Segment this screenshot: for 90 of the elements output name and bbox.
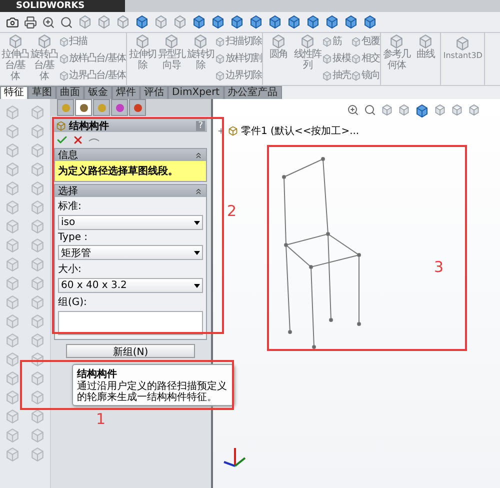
ribbon-button[interactable]: 拉伸凸台/基体 — [1, 34, 29, 84]
app-title: SOLIDWORKS — [0, 0, 125, 12]
dropdown[interactable]: iso — [58, 215, 203, 230]
cube-icon[interactable] — [135, 15, 149, 29]
tab[interactable]: DimXpert — [168, 86, 224, 99]
cube-icon[interactable] — [306, 15, 320, 29]
ribbon-button[interactable]: 镜向 — [351, 70, 380, 82]
caret-icon — [194, 284, 200, 288]
ribbon-button[interactable]: 相交 — [351, 52, 380, 65]
field-label: Type : — [58, 232, 89, 243]
ribbon-button[interactable]: 旋转凸台/基体 — [30, 34, 58, 84]
tab[interactable]: 焊件 — [112, 86, 140, 99]
circle-icon — [78, 102, 88, 112]
cube-icon[interactable] — [249, 15, 263, 29]
ribbon-button[interactable]: 异型孔向导 — [157, 34, 186, 84]
beam-icon — [56, 120, 66, 130]
circle-icon — [114, 102, 124, 112]
zoom-icon[interactable] — [347, 104, 359, 116]
new-group-button[interactable]: 新组(N) — [66, 344, 195, 358]
part-icon — [228, 126, 238, 136]
camera-icon[interactable] — [6, 16, 19, 28]
caret-icon — [194, 250, 200, 254]
printer-icon[interactable] — [24, 16, 37, 28]
search-icon[interactable] — [364, 104, 376, 116]
circle-icon — [132, 102, 142, 112]
annotation-number: 2 — [227, 202, 237, 220]
group-header[interactable]: 选择 — [55, 185, 206, 197]
collapse-icon[interactable] — [194, 150, 203, 160]
cube-icon[interactable] — [30, 352, 45, 367]
tree-item[interactable]: 零件1 (默认<<按加工>... — [241, 124, 360, 138]
cube-icon[interactable] — [211, 15, 225, 29]
ribbon-button[interactable]: 扫描切除 — [215, 36, 262, 48]
circle-icon — [96, 102, 106, 112]
ribbon-button[interactable]: 扫描 — [59, 36, 126, 48]
cube-icon[interactable] — [363, 15, 377, 29]
tab[interactable]: 钣金 — [84, 86, 112, 99]
tab[interactable]: 曲面 — [56, 86, 84, 99]
tooltip-text: 通过沿用户定义的路径扫描预定义的轮廓来生成一结构构件特征。 — [77, 381, 228, 403]
caret-icon — [194, 220, 200, 224]
ribbon-button[interactable]: 放样凸台/基体 — [59, 52, 126, 65]
cube-icon[interactable] — [230, 15, 244, 29]
panel-tab[interactable] — [75, 99, 92, 116]
cube-icon[interactable] — [287, 15, 301, 29]
annotation-number: 3 — [434, 258, 444, 276]
field-label: 组(G): — [58, 296, 88, 309]
ribbon-button[interactable]: 线性阵列 — [293, 34, 322, 84]
cube-icon[interactable] — [192, 15, 206, 29]
zoom-icon[interactable] — [42, 16, 55, 28]
cube-icon[interactable] — [268, 15, 282, 29]
tab[interactable]: 评估 — [140, 86, 168, 99]
panel-title: 结构构件 — [69, 120, 110, 132]
ribbon-button[interactable]: 曲线 — [411, 34, 440, 84]
group-header[interactable]: 信息 — [55, 149, 206, 161]
help-button[interactable]: ? — [196, 120, 205, 130]
cube-icon[interactable] — [415, 104, 429, 118]
ribbon-button[interactable]: 放样切割 — [215, 52, 262, 65]
cube-icon[interactable] — [30, 409, 45, 424]
cancel-icon[interactable] — [72, 134, 84, 146]
tab[interactable]: 草图 — [28, 86, 56, 99]
cube-icon[interactable] — [325, 15, 339, 29]
ribbon-button[interactable]: 旋转切除 — [186, 34, 214, 84]
axis-triad-icon — [224, 448, 246, 467]
dropdown[interactable]: 矩形管 — [58, 245, 203, 260]
ribbon-button[interactable]: 参考几何体 — [382, 34, 410, 84]
tab[interactable]: 办公室产品 — [224, 86, 282, 99]
ribbon-button[interactable]: Instant3D — [442, 34, 484, 84]
ribbon-button[interactable]: 边界凸台/基体 — [59, 70, 126, 82]
panel-tab[interactable] — [129, 99, 146, 116]
ribbon-button[interactable]: 筋 — [322, 36, 350, 48]
annotation-number: 1 — [96, 410, 106, 428]
field-label: 大小: — [58, 262, 82, 276]
tab[interactable]: 特征 — [0, 86, 28, 99]
expand-icon[interactable] — [217, 127, 225, 135]
panel-tab[interactable] — [111, 99, 128, 116]
field-label: 标准: — [58, 200, 82, 213]
ribbon-button[interactable]: 边界切除 — [215, 70, 262, 82]
collapse-icon[interactable] — [194, 186, 203, 196]
group-list[interactable] — [58, 311, 203, 335]
dropdown[interactable]: 60 x 40 x 3.2 — [58, 278, 203, 293]
cube-icon[interactable] — [344, 15, 358, 29]
ribbon-button[interactable]: 拉伸切除 — [128, 34, 156, 84]
ribbon-button[interactable]: 包覆 — [351, 36, 380, 48]
ribbon-button[interactable]: 抽壳 — [322, 70, 350, 82]
ok-icon[interactable] — [56, 134, 68, 146]
search-icon[interactable] — [60, 16, 73, 28]
circle-icon — [60, 102, 70, 112]
tooltip-title: 结构构件 — [77, 368, 118, 380]
info-message: 为定义路径选择草图线段。 — [55, 161, 206, 181]
ribbon-button[interactable]: 圆角 — [264, 34, 292, 84]
ribbon-button[interactable]: 拔模 — [322, 52, 350, 65]
